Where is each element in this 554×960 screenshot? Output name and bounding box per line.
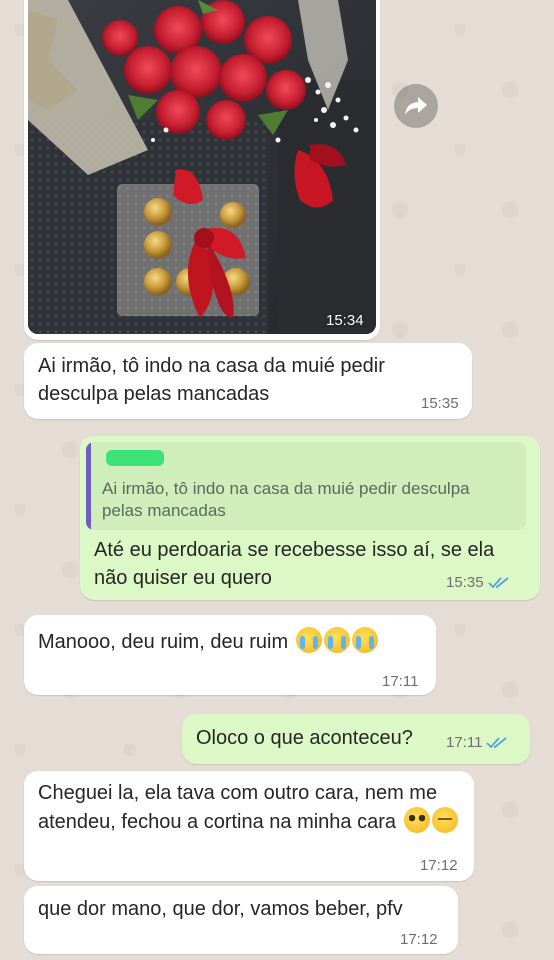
outgoing-message[interactable]: Oloco o que aconteceu? 17:11 [182,714,530,764]
message-text: Ai irmão, tô indo na casa da muié pedir … [38,355,385,405]
incoming-message[interactable]: Cheguei la, ela tava com outro cara, nem… [24,771,474,881]
forward-arrow-icon [405,97,427,115]
message-time: 17:12 [400,931,438,948]
message-time: 17:11 [382,673,419,690]
image-message[interactable]: 15:34 [24,0,380,340]
incoming-message[interactable]: Manooo, deu ruim, deu ruim 17:11 [24,615,436,695]
message-text: Cheguei la, ela tava com outro cara, nem… [38,779,458,836]
quoted-text: Ai irmão, tô indo na casa da muié pedir … [102,479,470,520]
message-time: 15:35 [421,395,459,412]
message-text: Oloco o que aconteceu? [196,727,413,749]
crying-face-emoji [323,627,350,653]
incoming-message[interactable]: Ai irmão, tô indo na casa da muié pedir … [24,343,472,419]
quoted-message[interactable]: Ai irmão, tô indo na casa da muié pedir … [86,442,526,530]
quoted-sender-name [106,450,164,466]
outgoing-reply-message[interactable]: Ai irmão, tô indo na casa da muié pedir … [80,436,540,600]
crying-face-emoji [295,627,322,653]
flowers-chocolates-photo[interactable] [28,0,376,334]
message-text: que dor mano, que dor, vamos beber, pfv [38,898,403,920]
message-time: 15:34 [326,312,364,329]
forward-button[interactable] [394,84,438,128]
message-time: 17:11 [446,734,508,751]
message-time: 17:12 [420,857,458,874]
pleading-face-emoji [403,807,430,833]
message-text-content: Cheguei la, ela tava com outro cara, nem… [38,782,438,833]
message-text-content: Manooo, deu ruim, deu ruim [38,631,289,653]
message-text: Manooo, deu ruim, deu ruim [38,627,428,656]
pensive-face-emoji [431,807,458,833]
double-check-icon [486,737,508,749]
message-time: 15:35 [446,574,510,591]
double-check-icon [487,577,509,589]
incoming-message[interactable]: que dor mano, que dor, vamos beber, pfv … [24,886,458,954]
quote-accent-bar [86,442,91,530]
crying-face-emoji [351,627,378,653]
